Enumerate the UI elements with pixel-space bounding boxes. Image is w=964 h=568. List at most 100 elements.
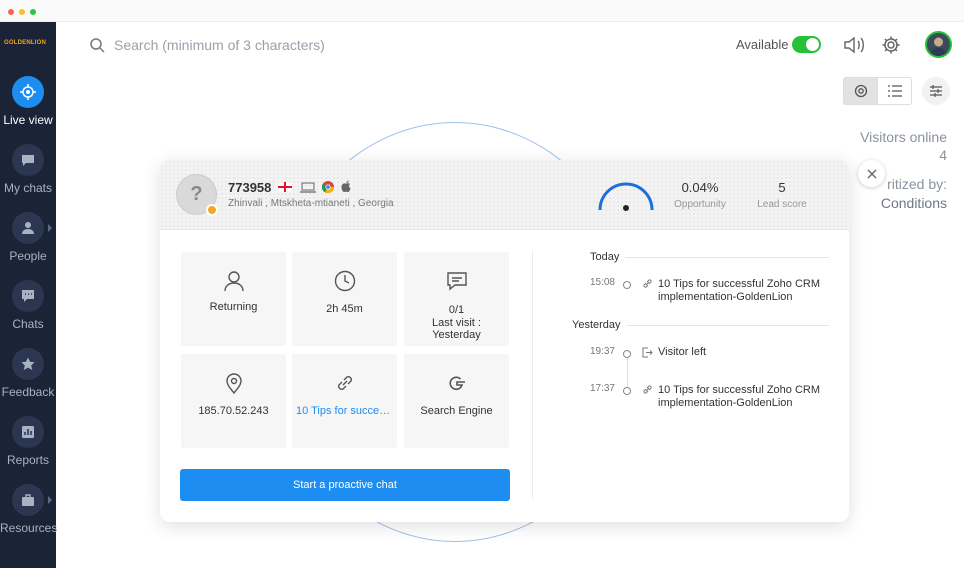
close-window-dot[interactable] xyxy=(8,9,14,15)
yesterday-label: Yesterday xyxy=(572,319,627,331)
visitor-location: Zhinvali , Mtskheta-mtianeti , Georgia xyxy=(228,198,394,209)
filter-button[interactable] xyxy=(922,77,950,105)
opportunity-label: Opportunity xyxy=(674,199,726,210)
event-time: 19:37 xyxy=(589,346,615,357)
nav-reports[interactable]: Reports xyxy=(0,416,56,467)
nav-my-chats[interactable]: My chats xyxy=(0,144,56,195)
list-view-toggle[interactable] xyxy=(877,77,912,105)
lead-score-label: Lead score xyxy=(757,199,807,210)
search-input[interactable]: Search (minimum of 3 characters) xyxy=(114,37,325,53)
opportunity-gauge xyxy=(598,182,654,211)
sidebar: GOLDENLION Live view My chats People Cha… xyxy=(0,22,58,568)
window-titlebar xyxy=(0,0,964,22)
nav-label: Reports xyxy=(6,453,50,467)
availability-toggle[interactable] xyxy=(792,36,821,53)
star-icon xyxy=(12,348,44,380)
nav-label: Resources xyxy=(0,521,58,535)
user-icon xyxy=(223,271,244,292)
timeline-dot xyxy=(623,387,631,395)
nav-label: People xyxy=(9,249,47,263)
event-text[interactable]: 10 Tips for successful Zoho CRM implemen… xyxy=(658,384,828,410)
link-icon xyxy=(643,279,652,288)
google-icon xyxy=(448,376,465,391)
tile-text: Returning xyxy=(209,301,258,313)
link-icon xyxy=(643,385,652,394)
ip-tile: 185.70.52.243 xyxy=(181,354,286,448)
divider xyxy=(600,257,829,258)
status-dot xyxy=(206,204,218,216)
start-proactive-chat-button[interactable]: Start a proactive chat xyxy=(180,469,510,501)
event-time: 17:37 xyxy=(589,383,615,394)
nav-label: Feedback xyxy=(1,385,55,399)
event-time: 15:08 xyxy=(589,277,615,288)
nav-feedback[interactable]: Feedback xyxy=(0,348,56,399)
nav-label: Live view xyxy=(3,113,53,127)
live-view-toggle[interactable] xyxy=(843,77,878,105)
divider xyxy=(620,325,829,326)
expand-caret-icon xyxy=(48,496,52,504)
tile-text: Search Engine xyxy=(420,405,493,417)
chrome-icon xyxy=(322,181,334,193)
list-icon xyxy=(887,85,902,97)
chats-icon xyxy=(12,280,44,312)
target-icon xyxy=(12,76,44,108)
visitor-card: ? 773958 Zhinvali , Mtskheta-mtianeti , … xyxy=(160,160,849,522)
close-icon xyxy=(867,169,876,178)
nav-people[interactable]: People xyxy=(0,212,56,263)
prioritized-by-value[interactable]: Conditions xyxy=(881,195,947,211)
maximize-window-dot[interactable] xyxy=(30,9,36,15)
search-bar[interactable]: Search (minimum of 3 characters) xyxy=(90,34,325,56)
close-card-button[interactable] xyxy=(858,160,885,187)
minimize-window-dot[interactable] xyxy=(19,9,25,15)
chat-bubble-icon xyxy=(12,144,44,176)
user-avatar[interactable] xyxy=(925,31,952,58)
briefcase-icon xyxy=(12,484,44,516)
nav-resources[interactable]: Resources xyxy=(0,484,58,535)
tile-text: Yesterday xyxy=(432,329,481,341)
speaker-icon[interactable] xyxy=(843,35,867,55)
divider xyxy=(532,250,533,500)
sliders-icon xyxy=(930,85,942,97)
lead-score-value: 5 xyxy=(778,180,786,195)
apple-icon xyxy=(341,180,351,192)
location-pin-icon xyxy=(225,373,242,394)
event-text: Visitor left xyxy=(658,346,707,358)
gear-icon[interactable] xyxy=(881,35,901,55)
landing-page-link[interactable]: 10 Tips for successful Zoho CRM implemen… xyxy=(296,405,393,418)
opportunity-value: 0.04% xyxy=(681,180,719,195)
tile-text: 0/1 xyxy=(448,304,465,316)
visitors-online-label: Visitors online xyxy=(860,129,947,145)
clock-icon xyxy=(334,270,355,292)
message-icon xyxy=(446,272,467,291)
visitor-id: 773958 xyxy=(228,180,272,195)
timeline-dot xyxy=(623,281,631,289)
returning-tile: Returning xyxy=(181,252,286,346)
source-tile: Search Engine xyxy=(404,354,509,448)
search-icon xyxy=(90,37,105,53)
prioritized-by-label: ritized by: xyxy=(887,176,947,192)
opportunity-stat: 0.04% Opportunity xyxy=(660,180,740,210)
nav-label: My chats xyxy=(3,181,52,195)
exit-icon xyxy=(642,347,653,358)
link-icon xyxy=(337,376,352,390)
visitors-online-count: 4 xyxy=(939,147,947,163)
expand-caret-icon xyxy=(48,224,52,232)
visits-tile: 0/1 Last visit : Yesterday xyxy=(404,252,509,346)
tile-text: 2h 45m xyxy=(326,303,363,315)
georgia-flag-icon xyxy=(278,182,292,192)
person-icon xyxy=(12,212,44,244)
brand-logo: GOLDENLION xyxy=(4,40,46,46)
timeline-dot xyxy=(623,350,631,358)
tile-text: 185.70.52.243 xyxy=(198,405,269,417)
landing-page-tile[interactable]: 10 Tips for successful Zoho CRM implemen… xyxy=(292,354,397,448)
visitor-header: ? 773958 Zhinvali , Mtskheta-mtianeti , … xyxy=(160,160,849,230)
at-sign-icon xyxy=(854,84,867,98)
time-spent-tile: 2h 45m xyxy=(292,252,397,346)
nav-live-view[interactable]: Live view xyxy=(0,76,56,127)
laptop-icon xyxy=(300,182,316,193)
lead-score-stat: 5 Lead score xyxy=(752,180,812,210)
today-label: Today xyxy=(590,251,626,263)
event-text[interactable]: 10 Tips for successful Zoho CRM implemen… xyxy=(658,278,828,304)
nav-chats[interactable]: Chats xyxy=(0,280,56,331)
status-label: Available xyxy=(736,37,789,52)
